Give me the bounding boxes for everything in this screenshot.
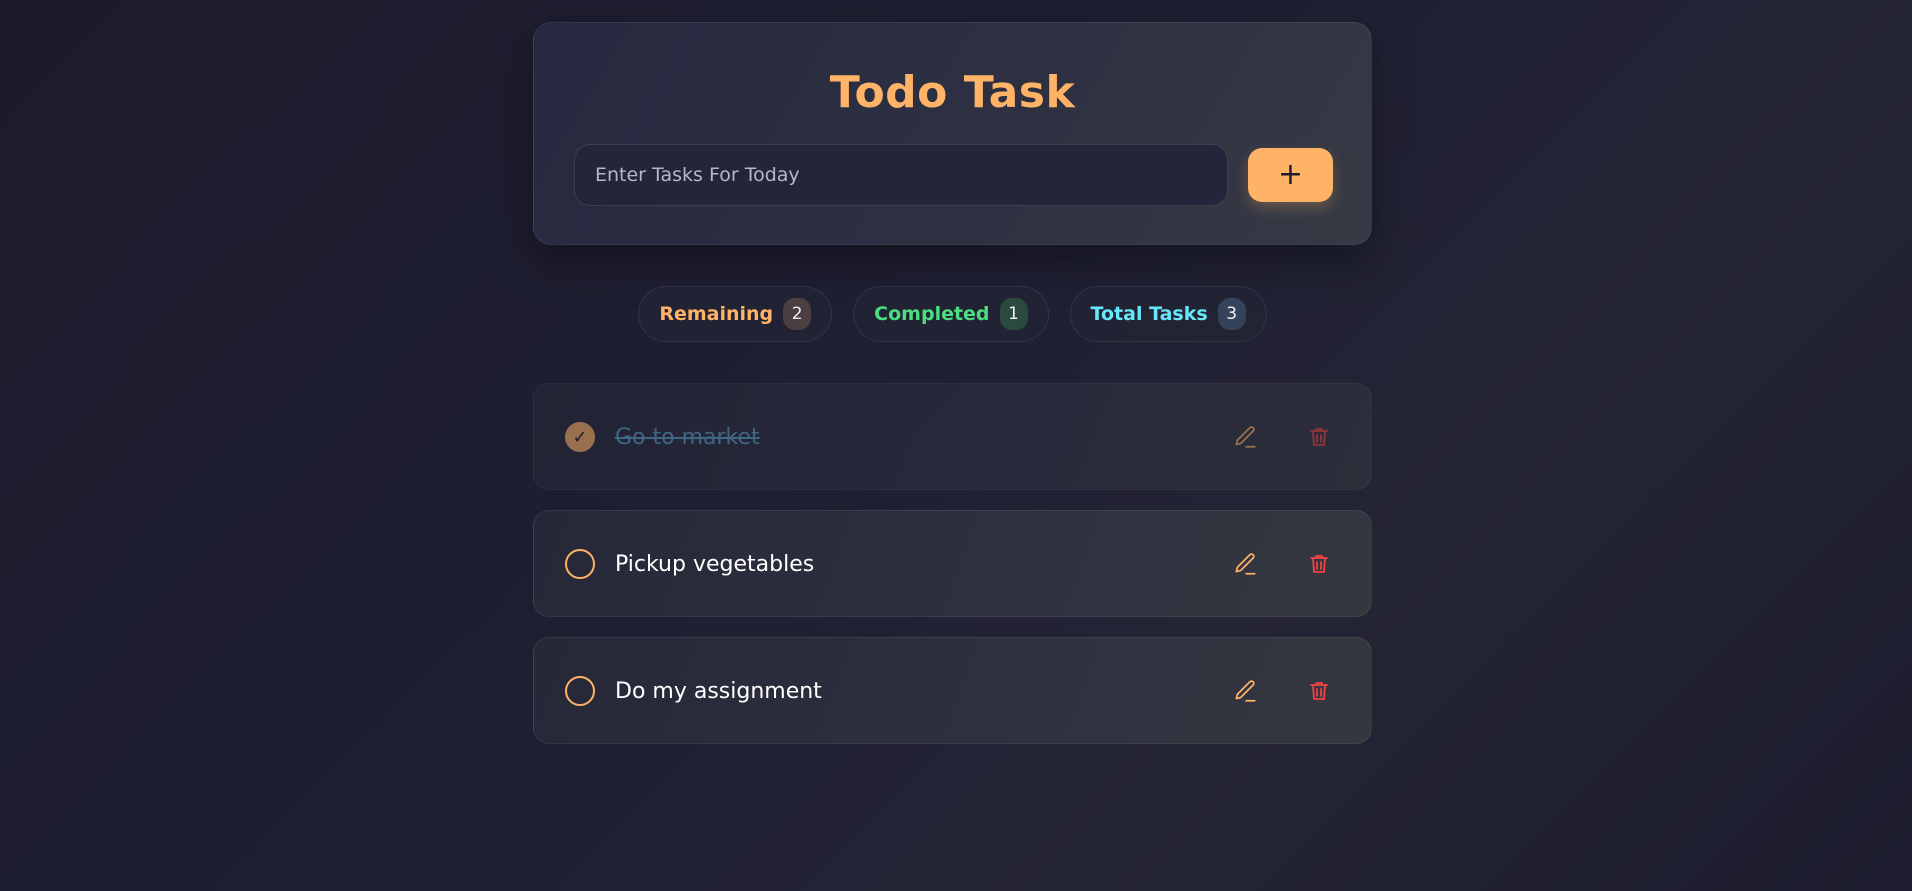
- delete-task-button[interactable]: [1304, 549, 1334, 579]
- pencil-icon: [1235, 553, 1256, 575]
- task-checkbox[interactable]: ✓: [565, 422, 595, 452]
- completed-label: Completed: [874, 303, 990, 325]
- add-task-row: +: [574, 144, 1333, 206]
- trash-icon: [1310, 555, 1328, 573]
- trash-icon: [1310, 428, 1328, 446]
- remaining-label: Remaining: [659, 303, 774, 325]
- total-stat: Total Tasks 3: [1069, 286, 1267, 342]
- total-label: Total Tasks: [1090, 303, 1208, 325]
- stats-bar: Remaining 2 Completed 1 Total Tasks 3: [533, 286, 1372, 342]
- remaining-count: 2: [783, 298, 812, 330]
- remaining-stat: Remaining 2: [638, 286, 833, 342]
- total-count: 3: [1217, 298, 1246, 330]
- task-item: ✓ Go to market: [533, 383, 1372, 490]
- edit-task-button[interactable]: [1230, 422, 1260, 452]
- app-container: Todo Task + Remaining 2 Completed 1 Tota…: [533, 22, 1372, 744]
- task-item: Do my assignment: [533, 637, 1372, 744]
- trash-icon: [1310, 682, 1328, 700]
- header-card: Todo Task +: [533, 22, 1372, 245]
- pencil-icon: [1235, 426, 1256, 448]
- checkmark-icon: ✓: [572, 426, 588, 448]
- pencil-icon: [1235, 680, 1256, 702]
- edit-task-button[interactable]: [1230, 549, 1260, 579]
- add-task-button[interactable]: +: [1248, 148, 1333, 202]
- task-label: Do my assignment: [615, 679, 822, 704]
- task-checkbox[interactable]: [565, 676, 595, 706]
- edit-task-button[interactable]: [1230, 676, 1260, 706]
- task-input[interactable]: [574, 144, 1228, 206]
- delete-task-button[interactable]: [1304, 422, 1334, 452]
- delete-task-button[interactable]: [1304, 676, 1334, 706]
- completed-count: 1: [999, 298, 1028, 330]
- task-checkbox[interactable]: [565, 549, 595, 579]
- completed-stat: Completed 1: [853, 286, 1049, 342]
- plus-icon: +: [1277, 157, 1304, 192]
- task-label: Pickup vegetables: [615, 552, 815, 577]
- app-title: Todo Task: [829, 67, 1076, 118]
- task-label: Go to market: [615, 425, 760, 450]
- task-item: Pickup vegetables: [533, 510, 1372, 617]
- task-list: ✓ Go to market Pickup vegetables Do my a…: [533, 383, 1372, 764]
